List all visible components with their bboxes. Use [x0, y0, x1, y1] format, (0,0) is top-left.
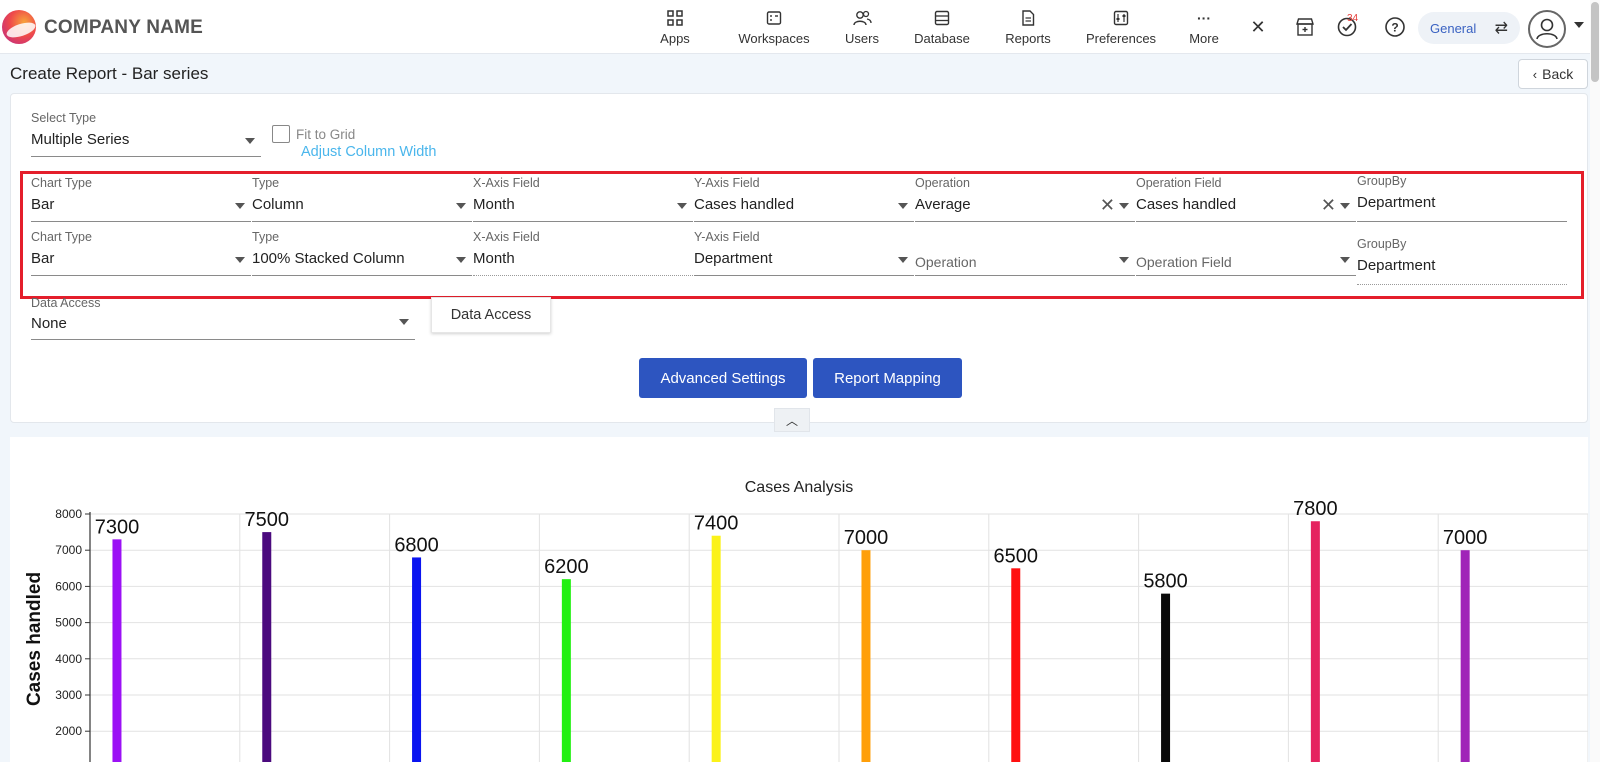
series-highlight-box [20, 171, 1584, 299]
y-axis-label: Cases handled [24, 572, 45, 706]
nav-apps[interactable]: Apps [658, 8, 692, 46]
company-name: COMPANY NAME [44, 17, 203, 38]
nav-reports[interactable]: Reports [1001, 8, 1055, 46]
bar-data-label: 6200 [544, 556, 589, 578]
bar-data-label: 7000 [844, 527, 889, 549]
bar [861, 550, 871, 762]
data-access-value: None [31, 315, 67, 332]
data-access-dropdown[interactable]: Data Access None [31, 294, 415, 340]
avatar[interactable] [1528, 10, 1566, 48]
nav-apps-label: Apps [660, 31, 690, 46]
bar-chart: 2000 3000 4000 5000 6000 7000 8000 Cases handle… [24, 498, 1588, 762]
bar [1161, 593, 1171, 762]
scrollbar-thumb[interactable] [1591, 2, 1599, 82]
bar-data-label: 6800 [394, 534, 439, 556]
bar-data-label: 5800 [1143, 571, 1188, 593]
help-icon[interactable]: ? [1383, 15, 1407, 39]
tasks-badge: 34 [1347, 13, 1359, 24]
back-button[interactable]: ‹ Back [1518, 59, 1588, 89]
workspace-switcher-label: General [1430, 20, 1477, 36]
select-type-label: Select Type [31, 111, 97, 125]
y-tick-label: 6000 [55, 579, 82, 593]
bar [112, 539, 122, 762]
bar [412, 557, 422, 762]
store-icon[interactable] [1293, 15, 1317, 39]
fit-to-grid-checkbox[interactable] [272, 125, 290, 143]
bar-data-label: 7300 [95, 516, 140, 538]
y-tick-label: 3000 [55, 688, 82, 702]
bar-data-label: 7800 [1293, 498, 1338, 520]
bar-data-label: 7500 [245, 509, 290, 531]
nav-preferences-label: Preferences [1085, 31, 1157, 46]
bar-data-label: 6500 [994, 545, 1039, 567]
top-bar: COMPANY NAME Apps Workspaces Users Datab… [0, 0, 1600, 54]
y-tick-label: 5000 [55, 616, 82, 630]
users-icon [852, 8, 872, 28]
preferences-icon [1113, 8, 1129, 28]
nav-database[interactable]: Database [910, 8, 974, 46]
chevron-down-icon [399, 319, 409, 325]
select-type-dropdown[interactable]: Select Type Multiple Series [31, 111, 261, 157]
bar [561, 579, 571, 762]
bar-data-label: 7000 [1443, 527, 1488, 549]
chevron-down-icon [245, 138, 255, 144]
y-tick-label: 2000 [55, 724, 82, 738]
chart-container: Cases Analysis 2000 3000 4000 5000 6000 7000 8… [10, 437, 1588, 762]
data-access-button[interactable]: Data Access [431, 297, 551, 333]
y-tick-label: 7000 [55, 543, 82, 557]
y-tick-label: 8000 [55, 507, 82, 521]
bar-data-label: 7400 [694, 513, 739, 535]
bar [262, 532, 272, 762]
workspace-switcher[interactable]: General ⇄ [1418, 12, 1520, 44]
select-type-value: Multiple Series [31, 131, 130, 148]
back-button-label: Back [1542, 66, 1574, 82]
nav-workspaces[interactable]: Workspaces [734, 8, 814, 46]
nav-database-label: Database [914, 31, 970, 46]
nav-workspaces-label: Workspaces [738, 31, 810, 46]
data-access-label: Data Access [31, 296, 101, 310]
company-logo-icon[interactable] [2, 10, 36, 44]
fit-to-grid-label: Fit to Grid [296, 127, 356, 142]
workspaces-icon [766, 8, 782, 28]
svg-text:?: ? [1391, 21, 1398, 35]
bar [1011, 568, 1021, 762]
bar [1310, 521, 1320, 762]
close-icon[interactable]: ✕ [1246, 15, 1270, 39]
adjust-column-width-link[interactable]: Adjust Column Width [301, 144, 436, 160]
chevron-down-icon[interactable] [1574, 22, 1584, 28]
chevron-left-icon: ‹ [1532, 66, 1538, 82]
nav-users-label: Users [845, 31, 879, 46]
nav-preferences[interactable]: Preferences [1080, 8, 1162, 46]
apps-grid-icon [667, 8, 683, 28]
database-icon [934, 8, 950, 28]
swap-arrows-icon: ⇄ [1494, 20, 1508, 37]
nav-reports-label: Reports [1005, 31, 1051, 46]
page-title: Create Report - Bar series [10, 64, 209, 83]
nav-more-label: More [1189, 31, 1219, 46]
bar [711, 535, 721, 762]
bar [1460, 550, 1470, 762]
nav-more[interactable]: ··· More [1187, 8, 1221, 46]
more-dots-icon: ··· [1197, 10, 1211, 26]
reports-icon [1021, 8, 1035, 28]
page-scrollbar[interactable] [1590, 0, 1600, 762]
nav-users[interactable]: Users [840, 8, 884, 46]
advanced-settings-button[interactable]: Advanced Settings [639, 358, 807, 398]
chevron-up-icon[interactable]: ︿ [774, 408, 810, 432]
y-tick-label: 4000 [55, 652, 82, 666]
report-mapping-button[interactable]: Report Mapping [813, 358, 962, 398]
